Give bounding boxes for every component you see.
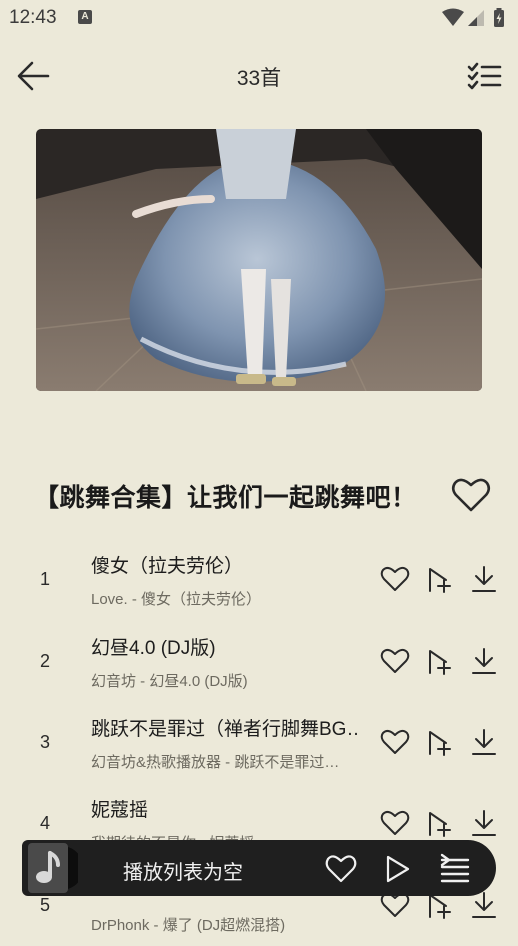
status-time: 12:43 [9, 7, 57, 28]
download-icon[interactable] [469, 727, 499, 757]
track-number: 1 [40, 569, 51, 589]
download-icon[interactable] [469, 564, 499, 594]
notification-icon: A [78, 10, 92, 24]
status-icons [442, 8, 508, 33]
battery-icon [494, 8, 504, 27]
heart-icon [451, 478, 491, 512]
mini-player[interactable]: 播放列表为空 [22, 840, 496, 896]
track-artist: Love. - 傻女（拉夫劳伦） [91, 591, 262, 608]
add-to-playlist-icon[interactable] [424, 808, 454, 838]
playlist-cover-image [36, 129, 482, 391]
album-disc-icon [28, 843, 78, 893]
track-number: 3 [40, 732, 51, 752]
add-to-playlist-icon[interactable] [424, 727, 454, 757]
track-row[interactable]: 3 跳跃不是罪过（禅者行脚舞BG… 幻音坊&热歌播放器 - 跳跃不是罪过… [0, 701, 518, 783]
favorite-playlist-button[interactable] [450, 474, 492, 516]
track-number: 5 [40, 895, 51, 915]
track-title: 跳跃不是罪过（禅者行脚舞BG… [91, 719, 361, 740]
page-title: 33首 [236, 67, 282, 90]
track-title: 傻女（拉夫劳伦） [91, 556, 244, 577]
signal-icon [468, 10, 484, 26]
track-artist: DrPhonk - 爆了 (DJ超燃混搭) [91, 917, 286, 934]
track-number: 4 [40, 813, 51, 833]
now-playing-text: 播放列表为空 [123, 862, 243, 884]
track-row[interactable]: 1 傻女（拉夫劳伦） Love. - 傻女（拉夫劳伦） [0, 538, 518, 620]
play-icon[interactable] [380, 852, 414, 886]
heart-icon[interactable] [380, 808, 410, 838]
wifi-icon [442, 8, 464, 26]
track-title: 妮蔻摇 [91, 800, 149, 821]
heart-icon[interactable] [380, 727, 410, 757]
heart-icon[interactable] [324, 852, 358, 886]
track-artist: 幻音坊 - 幻昼4.0 (DJ版) [91, 673, 248, 690]
playlist-title: 【跳舞合集】让我们一起跳舞吧！ [34, 484, 417, 512]
track-number: 2 [40, 651, 51, 671]
add-to-playlist-icon[interactable] [424, 646, 454, 676]
playlist-queue-icon[interactable] [438, 852, 472, 886]
heart-icon[interactable] [380, 646, 410, 676]
checklist-icon [467, 62, 502, 90]
add-to-playlist-icon[interactable] [424, 564, 454, 594]
heart-icon[interactable] [380, 564, 410, 594]
status-bar: 12:43 A [0, 0, 518, 36]
track-row[interactable]: 2 幻昼4.0 (DJ版) 幻音坊 - 幻昼4.0 (DJ版) [0, 620, 518, 702]
multi-select-button[interactable] [464, 56, 504, 96]
track-title: 幻昼4.0 (DJ版) [91, 638, 216, 659]
top-bar: 33首 [0, 46, 518, 106]
download-icon[interactable] [469, 808, 499, 838]
download-icon[interactable] [469, 646, 499, 676]
track-artist: 幻音坊&热歌播放器 - 跳跃不是罪过… [91, 754, 340, 771]
